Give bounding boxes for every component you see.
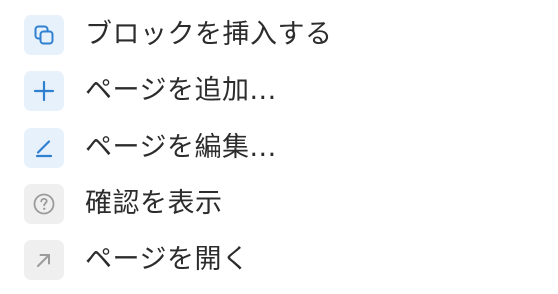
pencil-icon <box>24 128 64 168</box>
menu-item-add-page[interactable]: ページを追加... <box>0 63 558 119</box>
menu-item-label: 確認を表示 <box>85 188 223 219</box>
menu-item-open-page[interactable]: ページを開く <box>0 232 558 288</box>
menu-item-edit-page[interactable]: ページを編集... <box>0 120 558 176</box>
arrow-up-left-icon <box>24 240 64 280</box>
menu-item-insert-block[interactable]: ブロックを挿入する <box>0 7 558 63</box>
menu-item-label: ページを編集... <box>85 132 277 163</box>
menu-item-label: ページを追加... <box>85 75 277 106</box>
menu-item-label: ブロックを挿入する <box>85 19 333 50</box>
help-circle-icon <box>24 184 64 224</box>
copy-block-icon <box>24 15 64 55</box>
context-menu: ブロックを挿入する ページを追加... ページを編集... 確認を表示 ページを… <box>0 0 558 294</box>
menu-item-show-confirmation[interactable]: 確認を表示 <box>0 176 558 232</box>
menu-item-label: ページを開く <box>85 244 250 275</box>
plus-icon <box>24 71 64 111</box>
